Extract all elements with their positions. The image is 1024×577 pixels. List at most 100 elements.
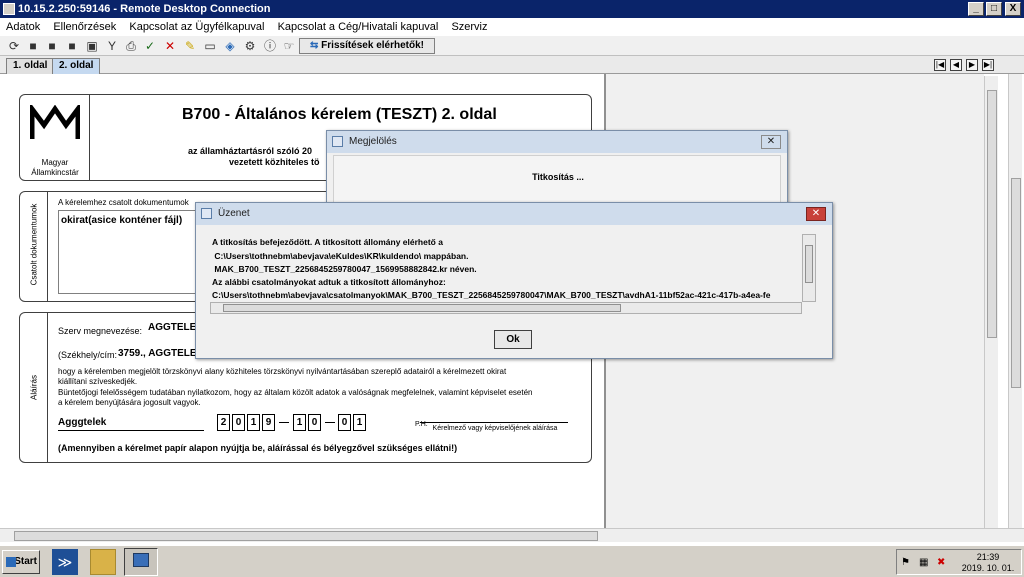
statement-line-1: hogy a kérelemben megjelölt törzskönyvi … [58,367,507,376]
start-button[interactable]: Start [2,550,40,574]
next-page-button[interactable]: ▶ [966,59,978,71]
ok-button[interactable]: Ok [494,330,532,349]
marking-dialog-close-button[interactable]: ✕ [761,135,781,149]
form-subtitle-2: vezetett közhiteles tö [229,157,320,167]
date-month-digit-2[interactable]: 0 [308,414,321,431]
maximize-button[interactable]: □ [986,2,1002,16]
date-day-digit-1[interactable]: 0 [338,414,351,431]
prev-page-button[interactable]: ◀ [950,59,962,71]
window-title: 10.15.2.250:59146 - Remote Desktop Conne… [18,3,271,15]
attachments-header: A kérelemhez csatolt dokumentumok [58,198,189,207]
clock-time[interactable]: 21:39 [957,552,1019,562]
window-scroll-thumb[interactable] [1011,178,1021,388]
menu-bar: Adatok Ellenőrzések Kapcsolat az Ügyfélk… [0,18,1024,36]
form-subtitle-1: az államháztartásról szóló 20 [188,146,313,156]
page-tabs: 1. oldal 2. oldal |◀ ◀ ▶ ▶| [0,56,1024,74]
check-icon[interactable]: ✓ [142,38,158,54]
horizontal-scrollbar[interactable] [0,528,1024,542]
delete-icon[interactable]: ✕ [162,38,178,54]
message-dialog-close-button[interactable]: ✕ [806,207,826,221]
marking-dialog: Megjelölés ✕ Titkosítás ... [326,130,788,210]
seat-value[interactable]: 3759., AGGTELE [118,348,197,359]
logo-box: Magyar Államkincstár [20,95,90,180]
statement-line-4: a kérelem benyújtására jogosult vagyok. [58,398,201,407]
date-separator [325,422,335,423]
edit-icon[interactable]: ✎ [182,38,198,54]
save-all-icon[interactable]: ■ [64,38,80,54]
close-button[interactable]: X [1005,2,1021,16]
save-icon[interactable]: ■ [25,38,41,54]
clock-date[interactable]: 2019. 10. 01. [957,563,1019,573]
remote-desktop-icon [133,553,149,567]
message-hscroll-thumb[interactable] [223,304,621,312]
signature-side-label: Aláírás [29,375,39,400]
date-year-digit-3[interactable]: 1 [247,414,260,431]
marking-dialog-title: Megjelölés [349,136,397,147]
attachment-value: okirat(asice konténer fájl) [61,215,183,226]
hand-icon[interactable]: ☞ [281,38,297,54]
date-year-digit-4[interactable]: 9 [262,414,275,431]
java-icon [201,208,212,219]
message-line-1: A titkosítás befejeződött. A titkosított… [212,237,443,247]
java-icon [332,136,343,147]
date-year-digit-1[interactable]: 2 [217,414,230,431]
menu-ellenorzesek[interactable]: Ellenőrzések [53,21,116,33]
explorer-icon[interactable] [90,549,116,575]
updates-available-button[interactable]: ⇆ Frissítések elérhetők! [299,38,435,54]
date-month-digit-1[interactable]: 1 [293,414,306,431]
message-dialog-titlebar: Üzenet ✕ [196,203,832,225]
mak-logo-icon [30,105,80,139]
first-page-button[interactable]: |◀ [934,59,946,71]
minimize-button[interactable]: _ [968,2,984,16]
flag-icon[interactable]: ⚑ [901,557,910,568]
footnote: (Amennyiben a kérelmet papír alapon nyúj… [58,443,458,453]
info-icon[interactable]: ⓘ [262,38,278,54]
taskbar-app-remote-desktop[interactable] [124,548,158,576]
signature-line [420,422,568,423]
message-vscroll-thumb[interactable] [805,245,813,283]
signature-caption: Kérelmező vagy képviselőjének aláírása [432,425,558,432]
message-hscroll[interactable] [210,302,802,314]
menu-ugyfelkapu[interactable]: Kapcsolat az Ügyfélkapuval [129,21,264,33]
window-scrollbar[interactable] [1008,74,1022,528]
network-icon[interactable]: ▦ [919,557,928,568]
updates-label: Frissítések elérhetők! [321,40,424,51]
date-separator [279,422,289,423]
document-scrollbar[interactable] [984,76,998,528]
horizontal-scroll-thumb[interactable] [14,531,598,541]
save-as-icon[interactable]: ■ [44,38,60,54]
message-line-5: C:\Users\tothnebm\abevjava\csatolmanyok\… [212,290,771,300]
tab-page-1[interactable]: 1. oldal [6,58,55,74]
org-label: Szerv megnevezése: [58,326,143,336]
filter-icon[interactable]: Y [104,38,120,54]
place-field[interactable]: Agggtelek [58,417,204,431]
print-icon[interactable]: ⎙ [123,38,139,54]
card-icon[interactable]: ▭ [202,38,218,54]
date-year-digit-2[interactable]: 0 [232,414,245,431]
document-scroll-thumb[interactable] [987,90,997,338]
message-dialog: Üzenet ✕ A titkosítás befejeződött. A ti… [195,202,833,359]
date-day-digit-2[interactable]: 1 [353,414,366,431]
volume-muted-icon[interactable]: ✖ [937,557,945,568]
settings-icon[interactable]: ⚙ [242,38,258,54]
org-value[interactable]: AGGTELE [148,322,196,333]
import-icon[interactable]: ▣ [84,38,100,54]
message-line-2: C:\Users\tothnebm\abevjava\eKuldes\KR\ku… [212,251,469,261]
marking-dialog-message: Titkosítás ... [532,172,584,182]
logo-text-1: Magyar [41,158,69,167]
rdp-app-icon [3,3,15,15]
system-tray: ⚑ ▦ ✖ 21:39 2019. 10. 01. [896,549,1022,575]
message-vscroll[interactable] [802,234,816,302]
refresh-icon: ⇆ [310,40,319,51]
start-label: Start [14,556,37,567]
marking-dialog-body: Titkosítás ... [333,155,781,205]
book-icon[interactable]: ◈ [222,38,238,54]
open-icon[interactable]: ⟳ [6,38,22,54]
tab-page-2[interactable]: 2. oldal [52,58,101,74]
menu-cegkapu[interactable]: Kapcsolat a Cég/Hivatali kapuval [278,21,439,33]
last-page-button[interactable]: ▶| [982,59,994,71]
menu-szerviz[interactable]: Szerviz [451,21,487,33]
marking-dialog-titlebar: Megjelölés ✕ [327,131,787,153]
powershell-icon[interactable]: ≫ [52,549,78,575]
menu-adatok[interactable]: Adatok [6,21,40,33]
